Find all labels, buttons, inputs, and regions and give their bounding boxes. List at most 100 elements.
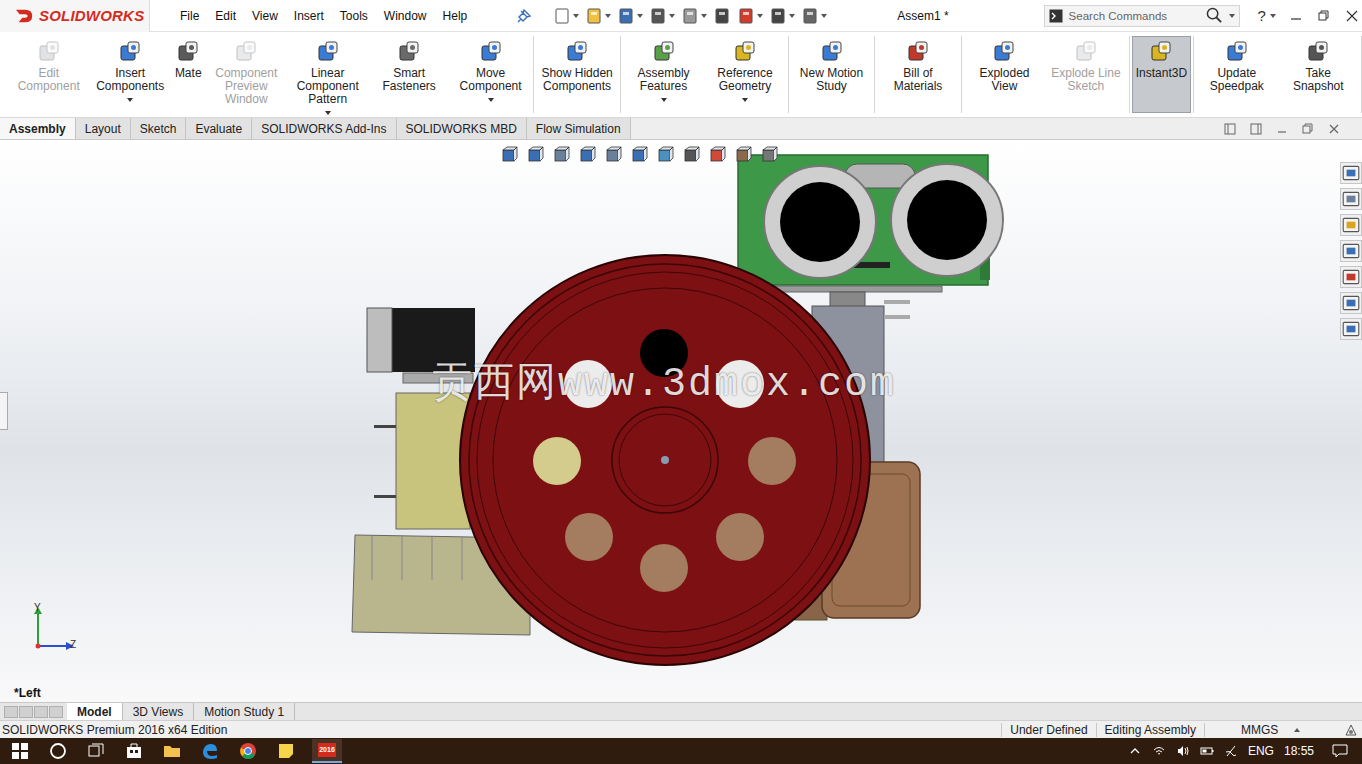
command-tab[interactable]: SOLIDWORKS MBD	[397, 118, 527, 139]
menu-item[interactable]: Insert	[286, 7, 332, 25]
search-box[interactable]: Search Commands	[1044, 5, 1240, 27]
cortana-icon[interactable]	[49, 742, 67, 760]
ribbon-button[interactable]: Take Snapshot	[1278, 36, 1359, 113]
ribbon-button[interactable]: Show Hidden Components	[536, 36, 617, 113]
ribbon-button[interactable]: Bill of Materials	[877, 36, 958, 113]
pin-icon[interactable]	[517, 9, 531, 23]
close-icon[interactable]	[1346, 10, 1358, 22]
ribbon-button[interactable]: Assembly Features	[623, 36, 704, 113]
view-tool-icon[interactable]	[656, 146, 674, 164]
customize-icon[interactable]	[1344, 723, 1358, 737]
view-tool-icon[interactable]	[682, 146, 700, 164]
dropdown-caret-icon[interactable]	[661, 98, 667, 102]
task-pane-icon[interactable]	[1340, 318, 1362, 340]
ribbon-button[interactable]: Reference Geometry	[704, 36, 785, 113]
tab-scroll-button[interactable]	[34, 706, 48, 718]
tab-scroll-button[interactable]	[49, 706, 63, 718]
solidworks-taskbar-button[interactable]: 2016	[312, 739, 342, 763]
ribbon-button[interactable]: Explode Line Sketch	[1045, 36, 1126, 113]
model-tab[interactable]: Motion Study 1	[194, 703, 295, 720]
task-pane-icon[interactable]	[1340, 240, 1362, 262]
menu-item[interactable]: Tools	[332, 7, 376, 25]
edge-icon[interactable]	[201, 742, 219, 760]
action-center-icon[interactable]	[1332, 743, 1348, 759]
model-tab[interactable]: 3D Views	[123, 703, 194, 720]
restore-icon[interactable]	[1318, 10, 1330, 22]
command-tab[interactable]: Flow Simulation	[527, 118, 631, 139]
clock[interactable]: 18:55	[1284, 744, 1314, 758]
restore-icon[interactable]	[1302, 123, 1314, 135]
tab-scroll-button[interactable]	[19, 706, 33, 718]
command-tab[interactable]: Sketch	[131, 118, 187, 139]
input-language[interactable]: ENG	[1248, 744, 1274, 758]
view-tool-icon[interactable]	[734, 146, 752, 164]
search-icon[interactable]	[1206, 7, 1223, 24]
wifi-icon[interactable]	[1152, 744, 1166, 758]
windows-start-icon[interactable]	[11, 742, 29, 760]
menu-item[interactable]: View	[244, 7, 286, 25]
volume-icon[interactable]	[1176, 744, 1190, 758]
task-pane-icon[interactable]	[1340, 292, 1362, 314]
menu-item[interactable]: Edit	[207, 7, 244, 25]
quick-button[interactable]	[585, 7, 611, 25]
ribbon-button[interactable]: Mate	[171, 36, 206, 113]
wheel[interactable]	[460, 255, 870, 665]
app-logo[interactable]: SOLIDWORKS	[0, 0, 150, 32]
battery-icon[interactable]	[1200, 744, 1214, 758]
command-tab[interactable]: SOLIDWORKS Add-Ins	[252, 118, 396, 139]
ribbon-button[interactable]: Edit Component	[8, 36, 89, 113]
view-tool-icon[interactable]	[500, 146, 518, 164]
view-tool-icon[interactable]	[552, 146, 570, 164]
close-icon[interactable]	[1328, 123, 1340, 135]
menu-item[interactable]: Help	[435, 7, 476, 25]
task-pane-icon[interactable]	[1340, 188, 1362, 210]
tab-scroll-button[interactable]	[4, 706, 18, 718]
view-tool-icon[interactable]	[578, 146, 596, 164]
task-pane-icon[interactable]	[1340, 162, 1362, 184]
minimize-icon[interactable]	[1290, 10, 1302, 22]
task-pane-icon[interactable]	[1340, 266, 1362, 288]
ribbon-button[interactable]: Move Component	[450, 36, 531, 113]
sticky-notes-icon[interactable]	[277, 742, 295, 760]
dropdown-caret-icon[interactable]	[742, 98, 748, 102]
chrome-icon[interactable]	[239, 742, 257, 760]
quick-button[interactable]	[769, 7, 795, 25]
help-button[interactable]: ?	[1258, 7, 1266, 24]
ribbon-button[interactable]: Linear Component Pattern	[287, 36, 368, 113]
units-selector[interactable]: MMGS	[1204, 723, 1314, 737]
ribbon-button[interactable]: Instant3D	[1132, 36, 1191, 113]
quick-button[interactable]	[617, 7, 643, 25]
store-icon[interactable]	[125, 742, 143, 760]
minimize-icon[interactable]	[1276, 123, 1288, 135]
command-tab[interactable]: Assembly	[0, 118, 76, 139]
ribbon-button[interactable]: Update Speedpak	[1196, 36, 1277, 113]
tile-right-icon[interactable]	[1250, 123, 1262, 135]
task-view-icon[interactable]	[87, 742, 105, 760]
controller-box[interactable]	[374, 393, 470, 529]
pen-workspace-icon[interactable]	[1224, 744, 1238, 758]
menu-item[interactable]: File	[172, 7, 207, 25]
command-tab[interactable]: Evaluate	[186, 118, 252, 139]
feature-manager-collapse-tab[interactable]	[0, 392, 8, 430]
dropdown-caret-icon[interactable]	[488, 98, 494, 102]
tile-left-icon[interactable]	[1224, 123, 1236, 135]
view-tool-icon[interactable]	[526, 146, 544, 164]
quick-button[interactable]	[737, 7, 763, 25]
graphics-area[interactable]: 贡西网www.3dmox.comYZ*Left	[0, 140, 1362, 702]
quick-button[interactable]	[801, 7, 827, 25]
quick-button[interactable]	[649, 7, 675, 25]
task-pane-icon[interactable]	[1340, 214, 1362, 236]
view-tool-icon[interactable]	[604, 146, 622, 164]
ribbon-button[interactable]: New Motion Study	[791, 36, 872, 113]
quick-button[interactable]	[681, 7, 707, 25]
sensor-board[interactable]	[738, 155, 1003, 285]
quick-button[interactable]	[713, 7, 731, 25]
view-tool-icon[interactable]	[760, 146, 778, 164]
ribbon-button[interactable]: Insert Components	[89, 36, 170, 113]
dropdown-caret-icon[interactable]	[325, 111, 331, 115]
quick-button[interactable]	[553, 7, 579, 25]
command-tab[interactable]: Layout	[76, 118, 131, 139]
model-tab[interactable]: Model	[67, 703, 123, 720]
ribbon-button[interactable]: Smart Fasteners	[368, 36, 449, 113]
view-tool-icon[interactable]	[708, 146, 726, 164]
